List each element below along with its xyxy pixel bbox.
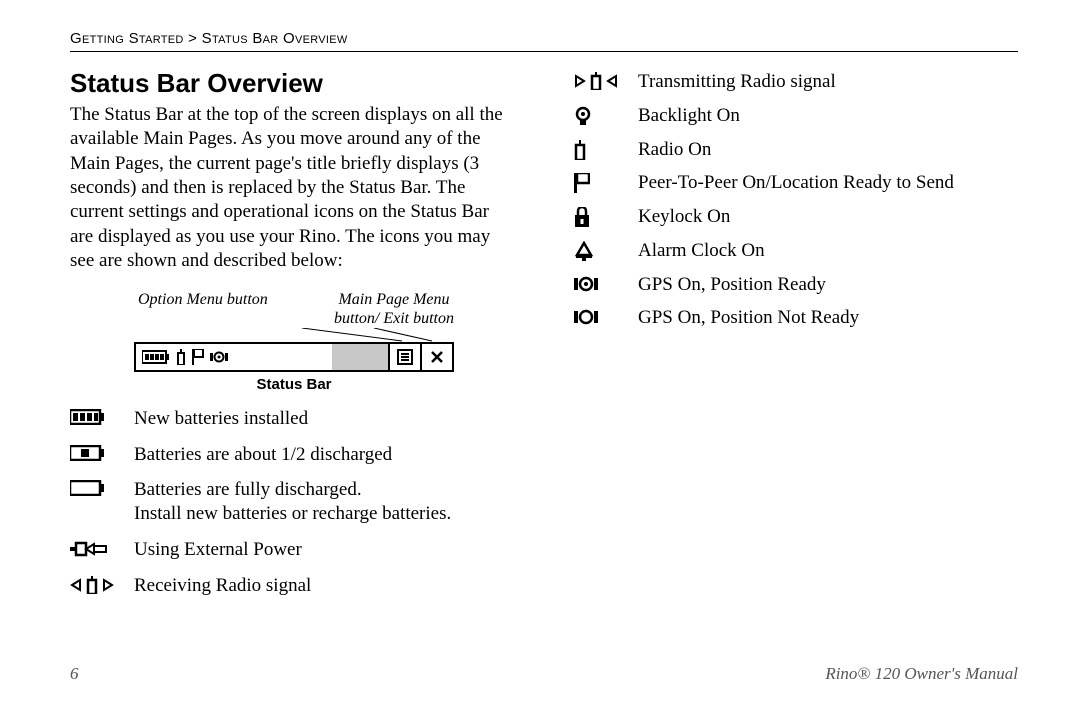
statusbar-left-icons: [136, 344, 332, 370]
statusbar-spacer: [332, 344, 388, 370]
statusbar-caption: Status Bar: [134, 376, 454, 393]
peer-to-peer-icon: [574, 171, 638, 193]
right-column: Transmitting Radio signal Backlight On R…: [574, 60, 1018, 597]
statusbar-box: [134, 342, 454, 372]
columns: Status Bar Overview The Status Bar at th…: [70, 60, 1018, 597]
page-footer: 6 Rino® 120 Owner's Manual: [70, 664, 1018, 684]
callout-main-page-menu: Main Page Menu button/ Exit button: [334, 291, 454, 328]
keylock-icon: [574, 205, 638, 227]
battery-empty-icon: [70, 478, 134, 496]
statusbar-figure: Option Menu button Main Page Menu button…: [134, 291, 454, 393]
radio-on-icon: [574, 138, 638, 160]
radio-icon: [176, 349, 186, 365]
callout-right-line1: Main Page Menu: [338, 291, 449, 308]
left-column: Status Bar Overview The Status Bar at th…: [70, 60, 514, 597]
manual-name: Rino® 120 Owner's Manual: [825, 664, 1018, 684]
callout-lines: [134, 328, 454, 342]
option-menu-button[interactable]: [388, 344, 420, 370]
list-item: Peer-To-Peer On/Location Ready to Send: [638, 171, 1018, 195]
exit-button[interactable]: [420, 344, 452, 370]
list-item: GPS On, Position Not Ready: [638, 306, 1018, 330]
list-item: Radio On: [638, 138, 1018, 162]
battery-full-icon: [70, 407, 134, 425]
list-item: Transmitting Radio signal: [638, 70, 1018, 94]
page-title: Status Bar Overview: [70, 68, 514, 99]
callout-right-line2: button/ Exit button: [334, 310, 454, 327]
list-item: Receiving Radio signal: [134, 574, 514, 598]
list-item: New batteries installed: [134, 407, 514, 431]
intro-paragraph: The Status Bar at the top of the screen …: [70, 103, 514, 273]
figure-callouts: Option Menu button Main Page Menu button…: [134, 291, 454, 328]
header-rule: [70, 51, 1018, 52]
callout-option-menu: Option Menu button: [134, 291, 268, 328]
receiving-radio-icon: [70, 574, 134, 594]
transmitting-radio-icon: [574, 70, 638, 90]
list-item: Alarm Clock On: [638, 239, 1018, 263]
breadcrumb-part1: Getting Started: [70, 30, 184, 47]
menu-icon: [397, 349, 413, 365]
breadcrumb-part2: Status Bar Overview: [202, 30, 348, 47]
alarm-clock-icon: [574, 239, 638, 261]
breadcrumb: Getting Started > Status Bar Overview: [70, 30, 1018, 47]
external-power-icon: [70, 538, 134, 558]
gps-ready-icon: [574, 273, 638, 293]
left-icon-list: New batteries installed Batteries are ab…: [70, 407, 514, 598]
list-item: Keylock On: [638, 205, 1018, 229]
battery-half-icon: [70, 443, 134, 461]
list-item: GPS On, Position Ready: [638, 273, 1018, 297]
battery-icon: [142, 350, 170, 364]
flag-icon: [192, 349, 204, 365]
list-item: Using External Power: [134, 538, 514, 562]
backlight-icon: [574, 104, 638, 126]
list-item: Backlight On: [638, 104, 1018, 128]
list-item: Batteries are about 1/2 discharged: [134, 443, 514, 467]
gps-not-ready-icon: [574, 306, 638, 326]
page-number: 6: [70, 664, 79, 684]
right-icon-list: Transmitting Radio signal Backlight On R…: [574, 70, 1018, 330]
list-item: Batteries are fully discharged. Install …: [134, 478, 514, 526]
manual-page: Getting Started > Status Bar Overview St…: [0, 0, 1080, 702]
close-icon: [429, 349, 445, 365]
gps-icon: [210, 350, 228, 364]
breadcrumb-sep: >: [184, 30, 202, 47]
